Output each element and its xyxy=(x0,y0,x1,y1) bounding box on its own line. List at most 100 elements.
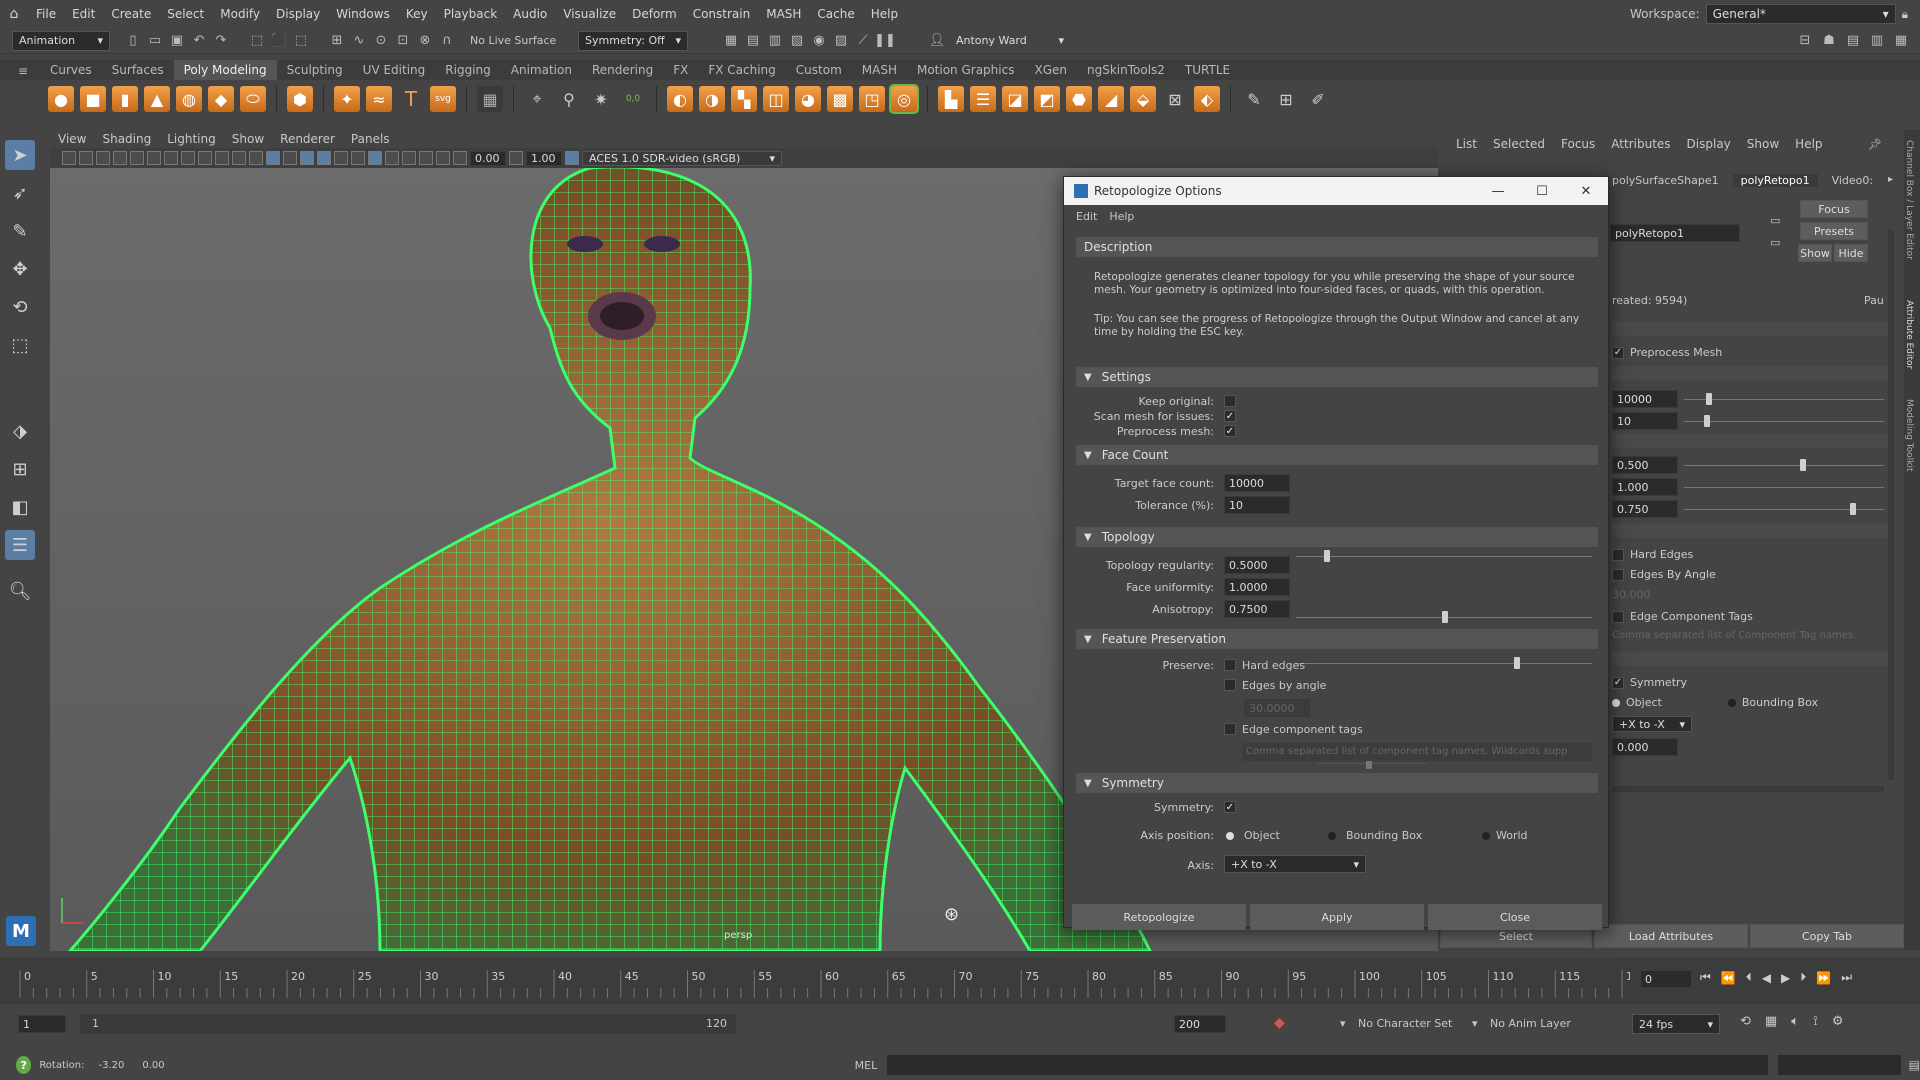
ae-horizontal-scrollbar[interactable] xyxy=(1612,786,1884,792)
symmetry-dropdown[interactable]: Symmetry: Off ▾ xyxy=(578,30,688,51)
quadrangulate-icon[interactable]: ⬖ xyxy=(1194,86,1220,112)
poly-plane-icon[interactable]: ◆ xyxy=(208,86,234,112)
exposure-icon[interactable] xyxy=(453,151,467,165)
preprocess-mesh-checkbox[interactable]: ✓ xyxy=(1224,425,1236,437)
insert-edge-loop-icon[interactable]: ⊞ xyxy=(1273,86,1299,112)
close-icon[interactable]: ✕ xyxy=(1564,184,1608,199)
cleanup-icon[interactable]: ⚲ xyxy=(556,86,582,112)
topology-header[interactable]: ▼ Topology xyxy=(1076,527,1598,547)
dialog-menu-help[interactable]: Help xyxy=(1103,210,1140,223)
grid-coords-icon[interactable]: 0,0 xyxy=(620,86,646,112)
anisotropy-field[interactable]: 0.7500 xyxy=(1224,600,1290,618)
menu-create[interactable]: Create xyxy=(103,7,159,21)
symmetry-header[interactable]: ▼ Symmetry xyxy=(1076,773,1598,793)
combine-icon[interactable]: ◐ xyxy=(667,86,693,112)
user-dropdown[interactable]: Antony Ward ▾ xyxy=(950,30,1070,51)
film-gate-icon[interactable] xyxy=(147,151,161,165)
quad-draw-icon[interactable]: ✐ xyxy=(1305,86,1331,112)
ae-show-button[interactable]: Show xyxy=(1798,244,1832,262)
ae-object-radio[interactable] xyxy=(1612,698,1620,707)
shelf-tab-surfaces[interactable]: Surfaces xyxy=(102,60,174,80)
face-uniformity-field[interactable]: 1.0000 xyxy=(1224,578,1290,596)
type-tool-icon[interactable]: T xyxy=(398,86,424,112)
paint-select-icon[interactable]: ✎ xyxy=(5,216,35,246)
chevron-down-icon[interactable]: ▾ xyxy=(1340,1017,1346,1030)
snap-curve-icon[interactable]: ∿ xyxy=(350,32,368,50)
new-scene-icon[interactable]: ▯ xyxy=(124,32,142,50)
cache-playback-icon[interactable]: ▦ xyxy=(1765,1014,1777,1029)
ipr-render-icon[interactable]: ▥ xyxy=(766,32,784,50)
ae-regularity-field[interactable]: 0.500 xyxy=(1612,456,1678,474)
ae-focus-button[interactable]: Focus xyxy=(1800,200,1868,218)
menu-key[interactable]: Key xyxy=(398,7,436,21)
scale-tool-icon[interactable]: ⬚ xyxy=(5,330,35,360)
target-face-count-field[interactable]: 10000 xyxy=(1224,474,1290,492)
lasso-tool-icon[interactable]: ➶ xyxy=(5,178,35,208)
viewport-menu-show[interactable]: Show xyxy=(224,132,272,146)
bridge-icon[interactable]: ☰ xyxy=(970,86,996,112)
face-count-header[interactable]: ▼ Face Count xyxy=(1076,445,1598,465)
two-view-icon[interactable]: ◧ xyxy=(5,492,35,522)
ae-symmetry-checkbox[interactable]: ✓ xyxy=(1612,676,1624,689)
poly-cylinder-icon[interactable]: ▮ xyxy=(112,86,138,112)
xray-joints-icon[interactable] xyxy=(436,151,450,165)
menu-mash[interactable]: MASH xyxy=(758,7,809,21)
mirror-icon[interactable]: ◫ xyxy=(763,86,789,112)
shelf-tab-turtle[interactable]: TURTLE xyxy=(1175,60,1240,80)
apply-button[interactable]: Apply xyxy=(1250,904,1424,930)
color-management-icon[interactable] xyxy=(565,151,579,165)
light-editor-icon[interactable]: ⟋ xyxy=(854,32,872,50)
shelf-tab-animation[interactable]: Animation xyxy=(501,60,582,80)
ae-menu-selected[interactable]: Selected xyxy=(1485,137,1553,151)
play-forwards-icon[interactable]: ▶ xyxy=(1781,971,1790,985)
textured-icon[interactable] xyxy=(317,151,331,165)
pause-viewport-icon[interactable]: ❚❚ xyxy=(874,32,896,50)
character-set-label[interactable]: No Character Set xyxy=(1358,1017,1452,1030)
symmetry-checkbox[interactable]: ✓ xyxy=(1224,801,1236,813)
topology-regularity-slider[interactable] xyxy=(1296,611,1592,623)
character-controls-icon[interactable]: ☗ xyxy=(1820,32,1838,50)
move-tool-icon[interactable]: ✥ xyxy=(5,254,35,284)
anim-layer-label[interactable]: No Anim Layer xyxy=(1490,1017,1571,1030)
end-time-field[interactable]: 200 xyxy=(1174,1015,1226,1033)
ae-preset-icon[interactable]: ▭ xyxy=(1770,236,1780,249)
edge-component-tags-checkbox[interactable] xyxy=(1224,723,1236,735)
poly-torus-icon[interactable]: ◍ xyxy=(176,86,202,112)
step-forward-key-icon[interactable]: ⏵ xyxy=(1800,970,1806,985)
ae-axis-position-field[interactable]: 0.000 xyxy=(1612,738,1678,756)
viewport-menu-panels[interactable]: Panels xyxy=(343,132,398,146)
shadows-icon[interactable] xyxy=(351,151,365,165)
chevron-down-icon[interactable]: ▾ xyxy=(1472,1017,1478,1030)
lock-camera-icon[interactable] xyxy=(113,151,127,165)
magnet-icon[interactable]: ∩ xyxy=(438,32,456,50)
boolean-icon[interactable]: ◕ xyxy=(795,86,821,112)
ae-focus-icon[interactable]: ▭ xyxy=(1770,214,1780,227)
menu-help[interactable]: Help xyxy=(863,7,906,21)
append-polygon-icon[interactable]: ◩ xyxy=(1034,86,1060,112)
side-tab-modeling-toolkit[interactable]: Modeling Toolkit xyxy=(1904,399,1914,472)
help-icon[interactable]: ? xyxy=(16,1056,32,1074)
use-all-lights-icon[interactable] xyxy=(334,151,348,165)
open-scene-icon[interactable]: ▭ xyxy=(146,32,164,50)
single-view-icon[interactable]: ⬗ xyxy=(5,416,35,446)
loop-icon[interactable]: ⟲ xyxy=(1740,1014,1751,1029)
modeling-toolkit-icon[interactable]: ⊟ xyxy=(1796,32,1814,50)
ae-face-count-field[interactable]: 10000 xyxy=(1612,390,1678,408)
ae-menu-show[interactable]: Show xyxy=(1739,137,1787,151)
ae-copy-tab-button[interactable]: Copy Tab xyxy=(1750,924,1904,948)
viewport-menu-view[interactable]: View xyxy=(50,132,94,146)
ae-tolerance-field[interactable]: 10 xyxy=(1612,412,1678,430)
sweep-mesh-icon[interactable]: ≈ xyxy=(366,86,392,112)
ae-axis-dropdown[interactable]: +X to -X ▾ xyxy=(1612,716,1692,732)
retopologize-icon[interactable]: ◎ xyxy=(889,84,919,114)
fill-hole-icon[interactable]: ⬣ xyxy=(1066,86,1092,112)
super-shape-icon[interactable]: ✦ xyxy=(334,86,360,112)
anisotropy-slider[interactable] xyxy=(1296,657,1592,669)
menu-file[interactable]: File xyxy=(28,7,64,21)
redo-icon[interactable]: ↷ xyxy=(212,32,230,50)
maximize-icon[interactable]: ☐ xyxy=(1520,184,1564,199)
ae-tab-shape[interactable]: polySurfaceShape1 xyxy=(1612,174,1719,187)
snap-surface-icon[interactable]: ⊡ xyxy=(394,32,412,50)
shelf-tab-rigging[interactable]: Rigging xyxy=(435,60,500,80)
image-plane-icon[interactable] xyxy=(96,151,110,165)
